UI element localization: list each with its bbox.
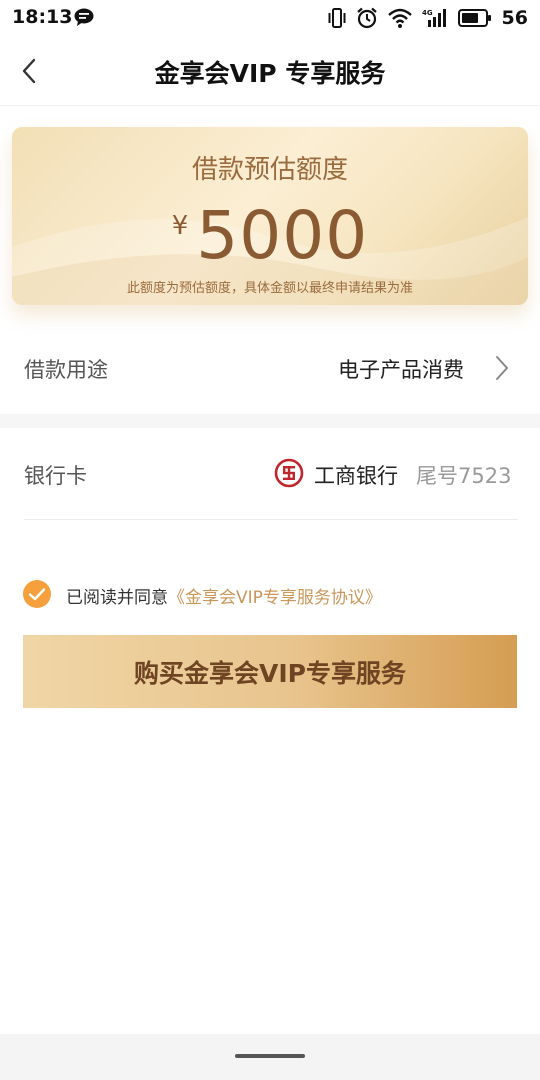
message-icon xyxy=(74,8,94,26)
signal-4g-icon: 4G xyxy=(422,9,446,27)
svg-text:4G: 4G xyxy=(422,9,433,17)
alarm-icon xyxy=(356,7,377,29)
quota-amount: 5000 xyxy=(196,197,369,274)
quota-card: 借款预估额度 ¥5000 此额度为预估额度，具体金额以最终申请结果为准 xyxy=(12,127,528,305)
currency-symbol: ¥ xyxy=(171,211,189,241)
agreement-link[interactable]: 《金享会VIP专享服务协议》 xyxy=(168,588,382,608)
agreement-row: 已阅读并同意《金享会VIP专享服务协议》 xyxy=(22,578,522,610)
battery-level: 56 xyxy=(501,7,528,29)
wifi-icon xyxy=(387,8,412,28)
status-icons: 4G 56 xyxy=(328,6,528,30)
bank-card-row[interactable]: 银行卡 工商银行 尾号7523 xyxy=(0,430,540,520)
row-divider xyxy=(24,519,518,520)
loan-purpose-value: 电子产品消费 xyxy=(338,358,464,382)
status-bar: 18:13 4G 56 xyxy=(0,0,540,36)
bank-card-tail: 尾号7523 xyxy=(416,464,512,488)
vibrate-icon xyxy=(328,8,346,28)
checkbox-checked-icon[interactable] xyxy=(22,579,52,609)
agreement-prefix: 已阅读并同意 xyxy=(66,588,168,608)
bank-card-label: 银行卡 xyxy=(24,464,87,488)
home-indicator[interactable] xyxy=(235,1054,305,1058)
icbc-logo-icon xyxy=(274,458,304,488)
bank-name: 工商银行 xyxy=(314,464,398,488)
system-nav-bar xyxy=(0,1034,540,1080)
status-time: 18:13 xyxy=(12,6,73,28)
battery-icon xyxy=(457,9,491,27)
quota-note: 此额度为预估额度，具体金额以最终申请结果为准 xyxy=(126,281,413,296)
quota-title: 借款预估额度 xyxy=(191,155,348,185)
buy-vip-button[interactable]: 购买金享会VIP专享服务 xyxy=(23,635,517,708)
page-title: 金享会VIP 专享服务 xyxy=(154,59,386,88)
chevron-right-icon[interactable] xyxy=(494,354,510,382)
quota-amount-row: ¥5000 xyxy=(12,197,528,274)
nav-bar: 金享会VIP 专享服务 xyxy=(0,36,540,106)
loan-purpose-row[interactable]: 借款用途 电子产品消费 xyxy=(0,330,540,410)
section-divider xyxy=(0,414,540,428)
loan-purpose-label: 借款用途 xyxy=(24,358,108,382)
agreement-text: 已阅读并同意《金享会VIP专享服务协议》 xyxy=(66,583,382,608)
